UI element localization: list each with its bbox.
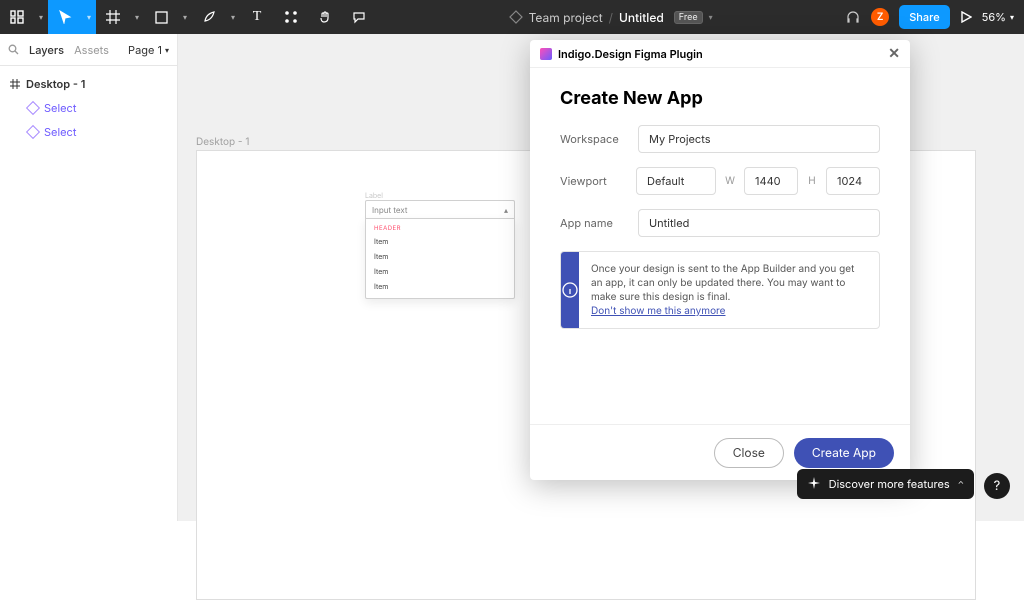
main-menu-caret-icon[interactable]: ▾ [34, 0, 48, 34]
canvas-frame-label[interactable]: Desktop - 1 [196, 136, 249, 148]
layer-frame[interactable]: Desktop - 1 [0, 72, 177, 96]
hand-tool-icon[interactable] [308, 0, 342, 34]
left-panel: Layers Assets Page 1 ▾ Desktop - 1 Selec… [0, 34, 178, 521]
file-caret-icon[interactable]: ▾ [709, 12, 713, 22]
info-icon [561, 252, 579, 328]
plugin-title: Indigo.Design Figma Plugin [558, 47, 703, 61]
headphones-icon[interactable] [845, 9, 861, 25]
label-workspace: Workspace [560, 132, 638, 146]
pen-tool-caret-icon[interactable]: ▾ [226, 0, 240, 34]
close-icon[interactable]: ✕ [888, 45, 900, 62]
shape-tool-icon[interactable] [144, 0, 178, 34]
select-option[interactable]: Item [366, 249, 514, 264]
close-button[interactable]: Close [714, 438, 784, 468]
resources-tool-icon[interactable] [274, 0, 308, 34]
layer-frame-label: Desktop - 1 [26, 77, 85, 91]
file-title: Team project / Untitled Free ▾ [376, 0, 845, 34]
label-appname: App name [560, 216, 638, 230]
main-menu-icon[interactable] [0, 0, 34, 34]
viewport-input[interactable] [636, 167, 716, 195]
select-option[interactable]: Item [366, 234, 514, 249]
info-text: Once your design is sent to the App Buil… [591, 263, 854, 303]
share-button[interactable]: Share [899, 5, 949, 29]
info-banner: Once your design is sent to the App Buil… [560, 251, 880, 329]
tab-assets[interactable]: Assets [74, 43, 109, 57]
topbar: ▾ ▾ ▾ ▾ ▾ T Team project / Untitled Free… [0, 0, 1024, 34]
layer-item[interactable]: Select [0, 120, 177, 144]
width-input[interactable] [744, 167, 798, 195]
page-selector[interactable]: Page 1 ▾ [128, 43, 169, 57]
label-viewport: Viewport [560, 174, 636, 188]
plugin-heading: Create New App [560, 88, 880, 109]
select-option-header: HEADER [366, 223, 514, 234]
workspace-input[interactable] [638, 125, 880, 153]
sparkle-icon [807, 477, 821, 491]
avatar[interactable]: Z [871, 8, 889, 26]
info-link[interactable]: Don't show me this anymore [591, 305, 726, 317]
zoom-control[interactable]: 56% ▾ [982, 10, 1014, 24]
text-tool-icon[interactable]: T [240, 0, 274, 34]
layer-item-label: Select [44, 125, 76, 139]
layer-item[interactable]: Select [0, 96, 177, 120]
move-tool-icon[interactable] [48, 0, 82, 34]
component-icon [26, 101, 40, 115]
chevron-up-icon: ⌃ [958, 479, 964, 489]
plugin-titlebar[interactable]: Indigo.Design Figma Plugin ✕ [530, 40, 910, 68]
team-name[interactable]: Team project [529, 10, 603, 25]
select-option[interactable]: Item [366, 279, 514, 294]
frame-icon [10, 79, 20, 89]
label-width: W [724, 175, 736, 187]
select-option[interactable]: Item [366, 264, 514, 279]
frame-tool-icon[interactable] [96, 0, 130, 34]
label-height: H [806, 175, 818, 187]
search-icon[interactable] [8, 44, 19, 55]
file-name[interactable]: Untitled [619, 10, 664, 25]
present-icon[interactable] [960, 11, 972, 23]
shape-tool-caret-icon[interactable]: ▾ [178, 0, 192, 34]
pen-tool-icon[interactable] [192, 0, 226, 34]
discover-label: Discover more features [829, 477, 950, 491]
select-value: Input text [372, 205, 408, 215]
zoom-value: 56% [982, 10, 1006, 24]
plan-badge: Free [674, 11, 703, 24]
select-label: Label [365, 191, 515, 200]
move-tool-caret-icon[interactable]: ▾ [82, 0, 96, 34]
discover-pill[interactable]: Discover more features ⌃ [797, 469, 974, 499]
help-button[interactable]: ? [984, 473, 1010, 499]
layer-item-label: Select [44, 101, 76, 115]
select-field[interactable]: Input text ▴ [365, 200, 515, 218]
frame-tool-caret-icon[interactable]: ▾ [130, 0, 144, 34]
component-icon [26, 125, 40, 139]
plugin-logo-icon [540, 48, 552, 60]
team-icon [509, 10, 523, 24]
page-label: Page 1 [128, 43, 162, 57]
tab-layers[interactable]: Layers [29, 43, 64, 57]
caret-up-icon: ▴ [504, 205, 508, 215]
height-input[interactable] [826, 167, 880, 195]
plugin-dialog: Indigo.Design Figma Plugin ✕ Create New … [530, 40, 910, 480]
select-dropdown: HEADER Item Item Item Item [365, 218, 515, 299]
create-app-button[interactable]: Create App [794, 438, 894, 468]
select-component[interactable]: Label Input text ▴ HEADER Item Item Item… [365, 191, 515, 299]
appname-input[interactable] [638, 209, 880, 237]
comment-tool-icon[interactable] [342, 0, 376, 34]
